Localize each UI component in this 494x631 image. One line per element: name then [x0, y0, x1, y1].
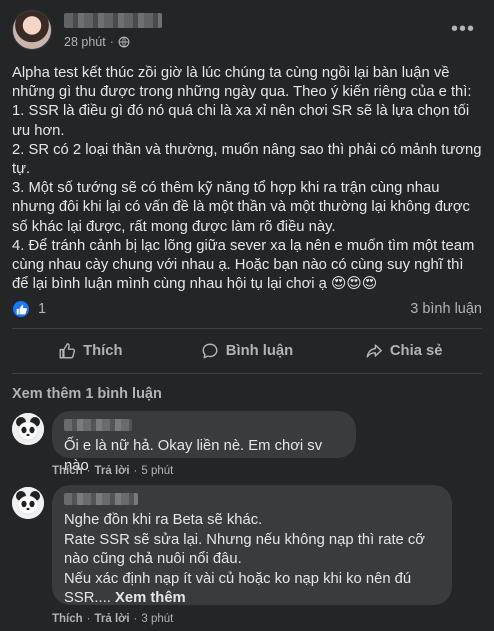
author-name-redacted[interactable]: [64, 13, 162, 28]
share-icon: [366, 344, 382, 358]
comment-bubble: Ối e là nữ hả. Okay liền nè. Em chơi sv …: [52, 411, 356, 474]
post-meta: 28 phút ·: [64, 35, 130, 49]
dot-separator: ·: [133, 613, 138, 625]
globe-icon: [118, 36, 130, 48]
comment-bubble: Nghe đồn khi ra Beta sẽ khác. Rate SSR s…: [52, 485, 452, 606]
more-options-button[interactable]: •••: [446, 12, 480, 46]
share-button[interactable]: Chia sẻ: [325, 334, 482, 368]
comment-1-actions: Thích · Trả lời · 5 phút: [52, 465, 173, 477]
comment-label: Bình luận: [225, 343, 294, 359]
comment-reply-link[interactable]: Trả lời: [95, 613, 130, 625]
like-button[interactable]: Thích: [12, 334, 169, 368]
comment-button[interactable]: Bình luận: [169, 334, 326, 368]
comment-like-link[interactable]: Thích: [52, 613, 83, 625]
post-time[interactable]: 28 phút: [64, 35, 106, 49]
comment-like-link[interactable]: Thích: [52, 465, 83, 477]
share-label: Chia sẻ: [389, 343, 443, 359]
comment-time[interactable]: 3 phút: [141, 613, 173, 625]
like-icon: [59, 343, 76, 359]
post-body: Alpha test kết thúc zồi giờ là lúc chúng…: [12, 65, 482, 293]
comment-time[interactable]: 5 phút: [141, 465, 173, 477]
reaction-count[interactable]: 1: [38, 301, 46, 317]
comment-count[interactable]: 3 bình luận: [410, 301, 482, 317]
post-header: 28 phút · •••: [12, 10, 482, 54]
see-more-link[interactable]: Xem thêm: [115, 590, 186, 606]
like-reaction-icon[interactable]: [12, 300, 30, 318]
post-actions: Thích Bình luận Chia sẻ: [12, 334, 482, 368]
dot-separator: ·: [86, 465, 91, 477]
commenter-name-redacted[interactable]: [64, 493, 138, 505]
commenter-avatar[interactable]: [12, 413, 44, 445]
comment-icon: [202, 343, 218, 359]
like-label: Thích: [83, 343, 123, 359]
commenter-avatar[interactable]: [12, 487, 44, 519]
comment-text: Nghe đồn khi ra Beta sẽ khác. Rate SSR s…: [64, 511, 440, 609]
comment-reply-link[interactable]: Trả lời: [95, 465, 130, 477]
dot-separator: ·: [86, 613, 91, 625]
divider-bottom: [12, 373, 482, 374]
meta-separator: ·: [109, 35, 114, 49]
commenter-name-redacted[interactable]: [64, 419, 132, 431]
more-icon: •••: [450, 17, 475, 40]
divider-top: [12, 328, 482, 329]
reactions-row: 1 3 bình luận: [12, 299, 482, 319]
comment-2-actions: Thích · Trả lời · 3 phút: [52, 613, 173, 625]
dot-separator: ·: [133, 465, 138, 477]
view-more-comments-link[interactable]: Xem thêm 1 bình luận: [12, 386, 162, 402]
author-avatar[interactable]: [12, 10, 52, 50]
